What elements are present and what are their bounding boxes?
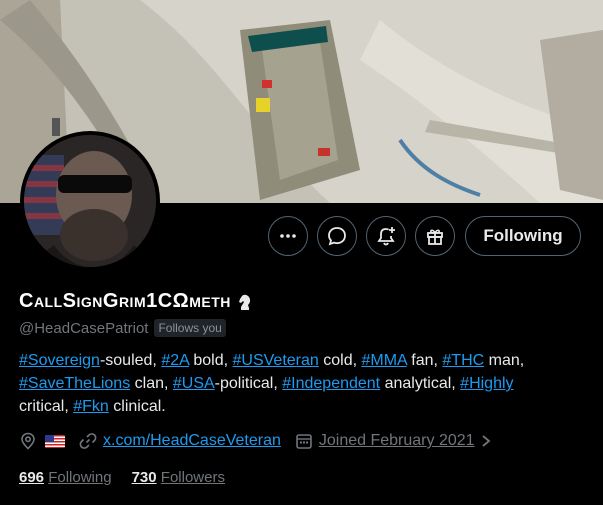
- hashtag-link[interactable]: #THC: [442, 352, 484, 369]
- bio-text: clinical.: [108, 398, 166, 415]
- following-label: Following: [48, 469, 112, 486]
- knight-icon: [238, 294, 250, 310]
- message-icon: [328, 227, 346, 246]
- hashtag-link[interactable]: #Sovereign: [19, 352, 100, 369]
- following-button[interactable]: Following: [465, 216, 581, 256]
- handle: @HeadCasePatriot: [19, 319, 149, 337]
- website-link[interactable]: x.com/HeadCaseVeteran: [103, 432, 281, 450]
- hashtag-link[interactable]: #SaveTheLions: [19, 375, 130, 392]
- followers-count: 730: [131, 469, 157, 486]
- bio-text: fan,: [406, 352, 443, 369]
- hashtag-link[interactable]: #Fkn: [73, 398, 109, 415]
- more-icon: [280, 234, 296, 238]
- bio-text: clan,: [130, 375, 173, 392]
- message-button[interactable]: [317, 216, 357, 256]
- bell-plus-icon: [377, 227, 395, 246]
- follows-you-badge: Follows you: [154, 319, 226, 337]
- bio-text: cold,: [318, 352, 362, 369]
- gift-icon: [427, 229, 443, 245]
- website-item: x.com/HeadCaseVeteran: [79, 432, 281, 450]
- bio-text: analytical,: [380, 375, 461, 392]
- calendar-icon: [296, 434, 312, 449]
- hashtag-link[interactable]: #USVeteran: [233, 352, 319, 369]
- avatar-image: [24, 135, 156, 267]
- following-count-link[interactable]: 696 Following: [19, 469, 112, 486]
- display-name-row: CallSignGrim1CΩmeth: [19, 290, 253, 313]
- bio-text: -political,: [214, 375, 283, 392]
- bio-text: -souled,: [99, 352, 162, 369]
- following-count: 696: [19, 469, 45, 486]
- avatar[interactable]: [24, 135, 156, 267]
- bio: #Sovereign-souled, #2A bold, #USVeteran …: [19, 349, 594, 418]
- follow-counts: 696 Following 730 Followers: [19, 469, 225, 486]
- avatar-frame[interactable]: [20, 131, 160, 271]
- followers-label: Followers: [160, 469, 225, 486]
- hashtag-link[interactable]: #Highly: [460, 375, 513, 392]
- hashtag-link[interactable]: #2A: [161, 352, 189, 369]
- more-button[interactable]: [268, 216, 308, 256]
- location-item: [19, 432, 65, 450]
- bio-text: man,: [484, 352, 525, 369]
- notify-button[interactable]: [366, 216, 406, 256]
- hashtag-link[interactable]: #Independent: [282, 375, 380, 392]
- handle-row: @HeadCasePatriot Follows you: [19, 319, 226, 337]
- joined-item[interactable]: Joined February 2021: [295, 432, 491, 450]
- hashtag-link[interactable]: #MMA: [361, 352, 406, 369]
- bio-text: critical,: [19, 398, 74, 415]
- subscribe-button[interactable]: [415, 216, 455, 256]
- joined-date: Joined February 2021: [318, 432, 475, 449]
- bio-text: bold,: [188, 352, 233, 369]
- link-icon: [79, 433, 97, 449]
- profile-meta: x.com/HeadCaseVeteran Joined February 20…: [19, 432, 505, 450]
- us-flag-icon: [45, 434, 65, 448]
- display-name: CallSignGrim1CΩmeth: [19, 290, 231, 312]
- hashtag-link[interactable]: #USA: [173, 375, 215, 392]
- followers-count-link[interactable]: 730 Followers: [132, 469, 225, 486]
- chevron-right-icon: [481, 435, 490, 447]
- location-pin-icon: [21, 432, 35, 450]
